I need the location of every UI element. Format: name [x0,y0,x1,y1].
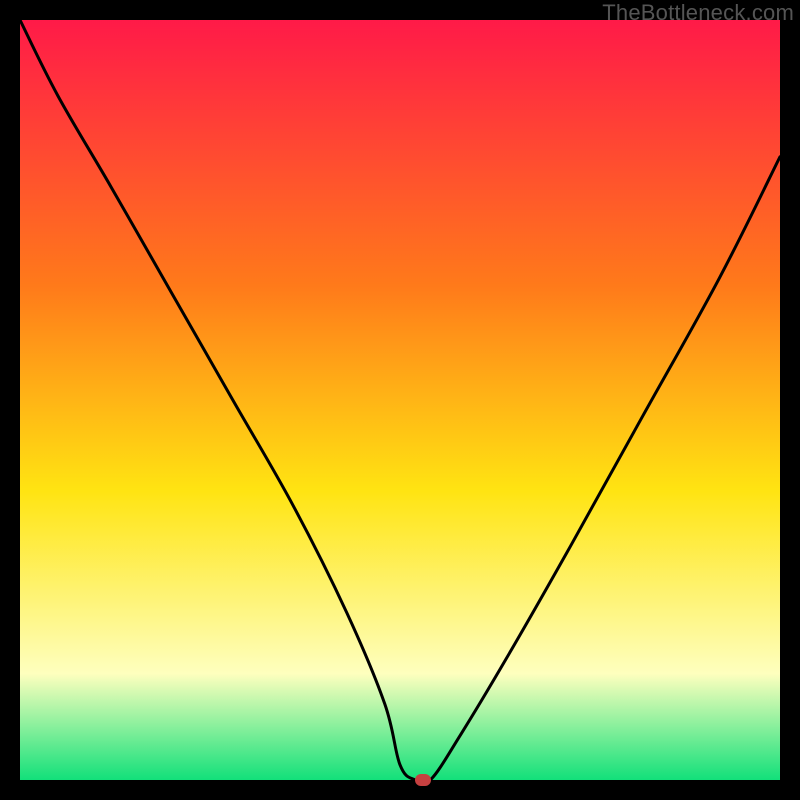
chart-stage: TheBottleneck.com [0,0,800,800]
plot-area [20,20,780,780]
bottleneck-curve [20,20,780,780]
optimal-point-marker [415,774,431,786]
